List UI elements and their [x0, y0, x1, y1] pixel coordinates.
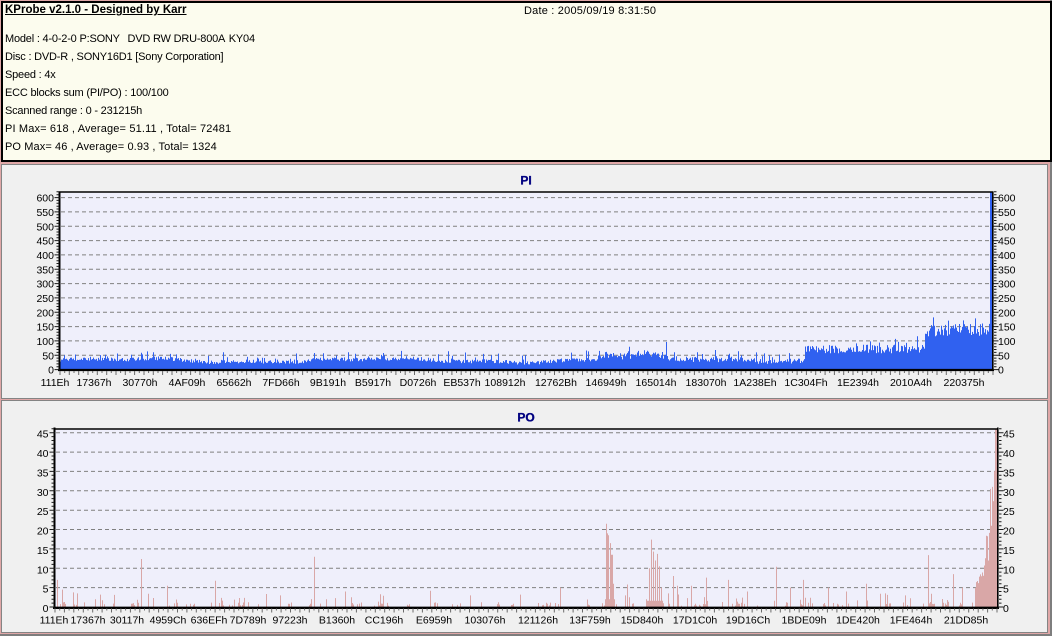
svg-text:146949h: 146949h	[586, 377, 627, 389]
svg-text:30: 30	[37, 487, 49, 499]
svg-text:1BDE09h: 1BDE09h	[782, 615, 827, 627]
svg-text:108912h: 108912h	[485, 377, 526, 389]
svg-text:D0726h: D0726h	[400, 377, 437, 389]
svg-text:1DE420h: 1DE420h	[836, 615, 880, 627]
svg-text:45: 45	[37, 429, 49, 441]
svg-text:10: 10	[1003, 564, 1015, 576]
svg-text:20: 20	[37, 526, 49, 538]
svg-text:EB537h: EB537h	[443, 377, 481, 389]
svg-text:1A238Eh: 1A238Eh	[733, 377, 776, 389]
svg-text:35: 35	[1003, 467, 1015, 479]
svg-text:500: 500	[998, 221, 1016, 233]
svg-text:25: 25	[1003, 506, 1015, 518]
svg-text:40: 40	[1003, 448, 1015, 460]
svg-text:200: 200	[998, 307, 1016, 319]
svg-text:45: 45	[1003, 429, 1015, 441]
svg-text:15D840h: 15D840h	[621, 615, 664, 627]
svg-text:300: 300	[36, 279, 54, 291]
svg-text:1FE464h: 1FE464h	[890, 615, 933, 627]
svg-text:10: 10	[37, 564, 49, 576]
svg-text:636EFh: 636EFh	[191, 615, 228, 627]
svg-text:B1360h: B1360h	[319, 615, 355, 627]
svg-text:17367h: 17367h	[70, 615, 105, 627]
svg-text:12762Bh: 12762Bh	[535, 377, 577, 389]
svg-text:50: 50	[42, 350, 54, 362]
svg-text:600: 600	[36, 193, 54, 205]
svg-text:20: 20	[1003, 526, 1015, 538]
svg-text:4AF09h: 4AF09h	[169, 377, 206, 389]
svg-text:7FD66h: 7FD66h	[262, 377, 300, 389]
svg-text:350: 350	[36, 264, 54, 276]
svg-text:250: 250	[998, 293, 1016, 305]
svg-text:5: 5	[1003, 584, 1009, 596]
svg-text:13F759h: 13F759h	[569, 615, 611, 627]
svg-text:30770h: 30770h	[122, 377, 157, 389]
svg-text:35: 35	[37, 467, 49, 479]
svg-text:5: 5	[43, 584, 49, 596]
svg-text:17D1C0h: 17D1C0h	[673, 615, 718, 627]
svg-text:450: 450	[36, 236, 54, 248]
svg-text:111Eh: 111Eh	[40, 615, 69, 627]
svg-text:200: 200	[36, 307, 54, 319]
svg-text:400: 400	[36, 250, 54, 262]
svg-text:17367h: 17367h	[76, 377, 111, 389]
svg-text:0: 0	[1003, 603, 1009, 615]
svg-text:350: 350	[998, 264, 1016, 276]
svg-text:30117h: 30117h	[110, 615, 144, 627]
svg-text:183070h: 183070h	[686, 377, 727, 389]
svg-text:25: 25	[37, 506, 49, 518]
svg-text:400: 400	[998, 250, 1016, 262]
svg-text:97223h: 97223h	[272, 615, 307, 627]
svg-text:4959Ch: 4959Ch	[150, 615, 187, 627]
svg-text:30: 30	[1003, 487, 1015, 499]
svg-text:15: 15	[1003, 545, 1015, 557]
svg-text:9B191h: 9B191h	[310, 377, 346, 389]
svg-text:500: 500	[36, 221, 54, 233]
svg-text:121126h: 121126h	[518, 615, 558, 627]
svg-text:40: 40	[37, 448, 49, 460]
svg-text:CC196h: CC196h	[365, 615, 404, 627]
svg-text:103076h: 103076h	[465, 615, 506, 627]
svg-text:B5917h: B5917h	[355, 377, 391, 389]
svg-text:550: 550	[998, 207, 1016, 219]
svg-text:600: 600	[998, 193, 1016, 205]
svg-text:220375h: 220375h	[944, 377, 985, 389]
svg-text:165014h: 165014h	[636, 377, 677, 389]
svg-text:150: 150	[998, 322, 1016, 334]
svg-text:0: 0	[998, 365, 1004, 377]
svg-text:0: 0	[43, 603, 49, 615]
svg-text:250: 250	[36, 293, 54, 305]
svg-text:150: 150	[36, 322, 54, 334]
svg-text:50: 50	[998, 350, 1010, 362]
svg-text:7D789h: 7D789h	[230, 615, 267, 627]
svg-text:2010A4h: 2010A4h	[890, 377, 932, 389]
svg-text:450: 450	[998, 236, 1016, 248]
svg-text:550: 550	[36, 207, 54, 219]
svg-text:0: 0	[48, 365, 54, 377]
svg-text:65662h: 65662h	[216, 377, 251, 389]
svg-text:100: 100	[998, 336, 1016, 348]
svg-text:19D16Ch: 19D16Ch	[726, 615, 771, 627]
svg-text:E6959h: E6959h	[416, 615, 452, 627]
svg-text:PO: PO	[517, 411, 534, 425]
svg-text:100: 100	[36, 336, 54, 348]
svg-text:300: 300	[998, 279, 1016, 291]
svg-text:1C304Fh: 1C304Fh	[784, 377, 827, 389]
svg-text:15: 15	[37, 545, 49, 557]
svg-text:21DD85h: 21DD85h	[944, 615, 989, 627]
svg-text:1E2394h: 1E2394h	[837, 377, 879, 389]
svg-text:PI: PI	[520, 174, 531, 188]
svg-text:111Eh: 111Eh	[41, 377, 70, 389]
